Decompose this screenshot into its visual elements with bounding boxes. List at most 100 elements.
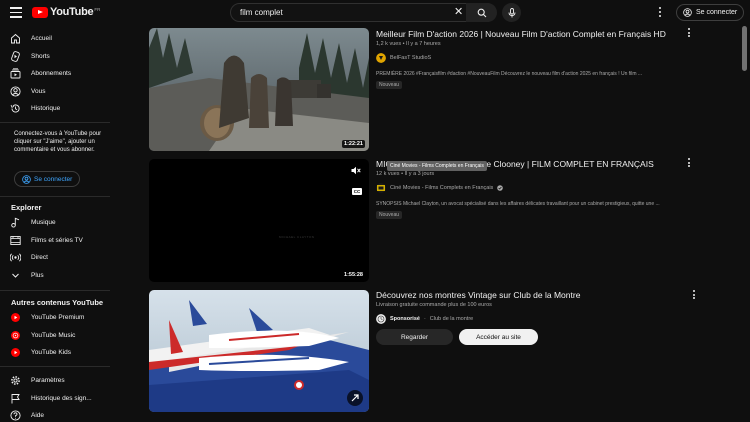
channel-avatar	[376, 53, 386, 63]
video-duration: 1:55:28	[342, 271, 365, 279]
sidebar-item-label: Vous	[31, 87, 46, 95]
youtube-music-icon	[11, 330, 20, 340]
verified-icon	[497, 185, 504, 191]
sidebar-divider	[0, 366, 110, 367]
advertiser-info[interactable]: Sponsorisé · Club de la montre	[376, 314, 473, 324]
sidebar-item-premium[interactable]: YouTube Premium	[0, 309, 110, 325]
sponsored-label: Sponsorisé	[390, 316, 420, 322]
advertiser-avatar	[376, 314, 386, 324]
menu-icon[interactable]	[10, 7, 22, 18]
home-icon	[11, 33, 20, 43]
youtube-logo[interactable]: YouTube FR	[32, 6, 100, 18]
youtube-kids-icon	[11, 347, 20, 357]
sidebar: Accueil Shorts Abonnements Vous Historiq…	[0, 26, 110, 422]
sidebar-item-music[interactable]: YouTube Music	[0, 327, 110, 343]
sidebar-item-plus[interactable]: Plus	[0, 267, 110, 283]
separator-dot: ·	[423, 316, 426, 322]
user-circle-icon	[683, 8, 692, 17]
closed-captions-icon[interactable]: CC	[352, 188, 362, 195]
gear-icon	[11, 375, 20, 385]
sidebar-item-musique[interactable]: Musique	[0, 214, 110, 230]
external-link-icon[interactable]	[347, 390, 363, 406]
new-badge: Nouveau	[376, 81, 403, 89]
sidebar-item-label: Paramètres	[31, 376, 65, 384]
ad-meta: Livraison gratuite commande plus de 100 …	[376, 302, 492, 308]
sidebar-item-label: YouTube Music	[31, 331, 76, 339]
signin-button[interactable]: Se connecter	[676, 4, 745, 21]
scrollbar-thumb[interactable]	[742, 26, 747, 71]
sidebar-item-aide[interactable]: Aide	[0, 407, 110, 422]
sidebar-item-label: Historique des sign...	[31, 394, 92, 402]
video-menu-icon[interactable]	[688, 28, 691, 39]
sidebar-item-direct[interactable]: Direct	[0, 249, 110, 265]
sidebar-item-label: Historique	[31, 104, 61, 112]
search-icon	[477, 8, 486, 17]
channel-name: Ciné Movies - Films Complets en Français	[390, 185, 494, 191]
thumbnail-image	[149, 290, 369, 412]
sidebar-signin-button[interactable]: Se connecter	[14, 171, 81, 187]
video-title[interactable]: Meilleur Film D'action 2026 | Nouveau Fi…	[376, 29, 666, 39]
sidebar-item-films[interactable]: Films et séries TV	[0, 232, 110, 248]
microphone-icon	[508, 7, 515, 17]
search-box: ✕	[230, 3, 497, 22]
sidebar-item-historique[interactable]: Historique	[0, 100, 110, 116]
clear-search-icon[interactable]: ✕	[454, 7, 463, 18]
advertiser-name: Club de la montre	[429, 316, 474, 322]
user-icon	[10, 85, 21, 97]
sidebar-item-label: YouTube Kids	[31, 348, 71, 356]
sidebar-item-label: Direct	[31, 253, 48, 261]
channel-info[interactable]: BelFasT StudioS	[376, 53, 431, 63]
sidebar-item-parametres[interactable]: Paramètres	[0, 372, 110, 388]
video-menu-icon[interactable]	[688, 158, 691, 169]
sidebar-divider	[0, 290, 110, 291]
thumbnail-image	[149, 28, 369, 151]
video-meta: 1,2 k vues • Il y a 7 heures	[376, 41, 441, 47]
explore-section-title: Explorer	[11, 203, 42, 212]
sidebar-item-signalements[interactable]: Historique des sign...	[0, 390, 110, 406]
sidebar-item-label: Accueil	[31, 34, 52, 42]
visit-site-button[interactable]: Accéder au site	[459, 329, 538, 345]
ad-menu-icon[interactable]	[693, 290, 696, 301]
watch-button[interactable]: Regarder	[376, 329, 453, 345]
sidebar-item-accueil[interactable]: Accueil	[0, 30, 110, 46]
youtube-play-icon	[32, 6, 48, 18]
flag-icon	[11, 393, 20, 403]
logo-text: YouTube	[50, 6, 94, 18]
sidebar-divider	[0, 122, 110, 123]
channel-info[interactable]: Ciné Movies - Films Complets en Français	[376, 183, 504, 193]
history-icon	[10, 103, 20, 113]
settings-menu-icon[interactable]	[659, 7, 662, 19]
sidebar-item-label: Aide	[31, 411, 45, 419]
help-icon	[10, 409, 21, 421]
new-badge: Nouveau	[376, 211, 403, 219]
film-icon	[10, 235, 21, 245]
sidebar-item-vous[interactable]: Vous	[0, 83, 110, 99]
signin-label: Se connecter	[696, 9, 738, 16]
signin-promo-text: Connectez-vous à YouTube pour cliquer su…	[14, 131, 102, 153]
video-thumbnail[interactable]: 1:22:21	[149, 28, 369, 151]
channel-avatar	[376, 183, 386, 193]
voice-search-button[interactable]	[502, 3, 521, 22]
youtube-premium-icon	[11, 312, 20, 322]
other-section-title: Autres contenus YouTube	[11, 298, 104, 307]
sidebar-item-label: Abonnements	[31, 69, 72, 77]
chevron-down-icon	[12, 273, 19, 278]
logo-country: FR	[94, 6, 101, 12]
video-duration: 1:22:21	[342, 140, 365, 148]
sidebar-item-label: YouTube Premium	[31, 313, 85, 321]
sidebar-item-label: Shorts	[31, 52, 50, 60]
ad-thumbnail[interactable]	[149, 290, 369, 412]
search-button[interactable]	[466, 3, 497, 22]
sidebar-item-abonnements[interactable]: Abonnements	[0, 65, 110, 81]
search-input[interactable]	[240, 8, 440, 17]
shorts-icon	[11, 50, 20, 62]
live-icon	[10, 252, 21, 262]
masthead: YouTube FR ✕ Se connecter	[0, 0, 750, 26]
ad-title[interactable]: Découvrez nos montres Vintage sur Club d…	[376, 290, 580, 300]
mute-icon[interactable]	[351, 166, 361, 175]
video-meta: 12 k vues • Il y a 3 jours	[376, 171, 435, 177]
sidebar-item-kids[interactable]: YouTube Kids	[0, 344, 110, 360]
sidebar-item-shorts[interactable]: Shorts	[0, 48, 110, 64]
scrollbar[interactable]	[742, 26, 747, 422]
video-thumbnail[interactable]: MICHAEL CLAYTON CC 1:55:28	[149, 159, 369, 282]
